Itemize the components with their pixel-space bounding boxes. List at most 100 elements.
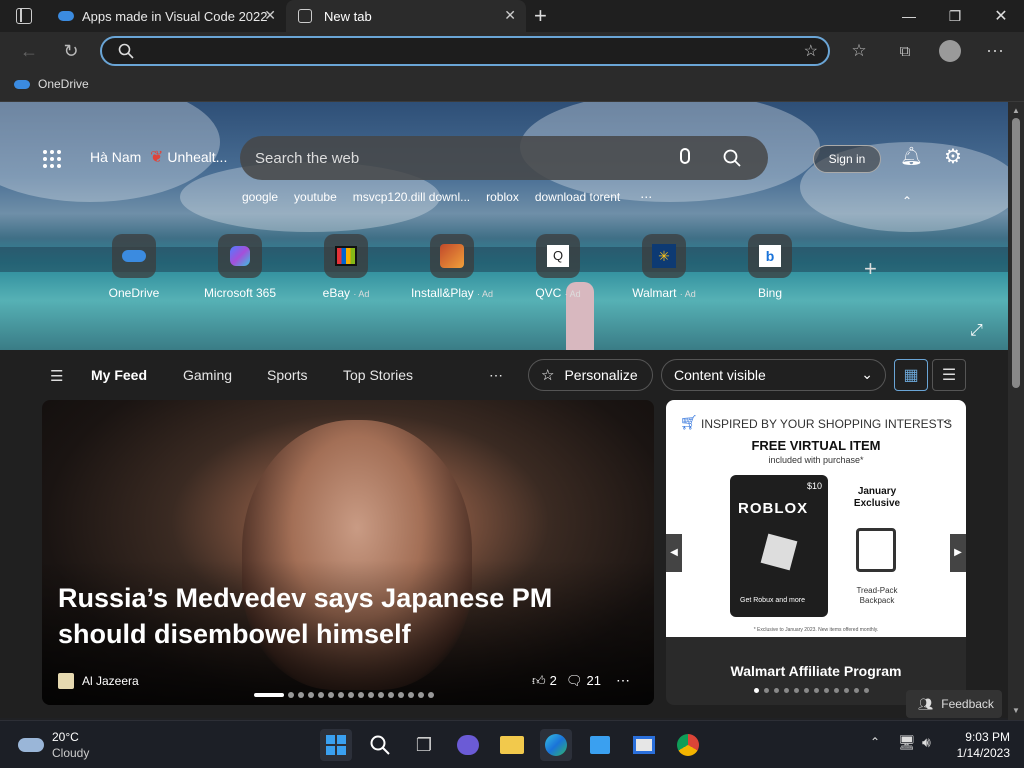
air-quality[interactable]: ❦ Unhealt...	[150, 147, 227, 167]
more-icon[interactable]: ⋯	[980, 36, 1010, 66]
personalize-button[interactable]: ☆ Personalize	[528, 359, 653, 391]
search-icon[interactable]	[723, 149, 741, 167]
profile-avatar[interactable]	[939, 40, 961, 62]
carousel-next-icon[interactable]: ▶	[950, 534, 966, 572]
tab-top-stories[interactable]: Top Stories	[343, 367, 413, 383]
main-story-card[interactable]: Russia’s Medvedev says Japanese PM shoul…	[42, 400, 654, 705]
ad-footer[interactable]: Walmart Affiliate Program	[666, 663, 966, 679]
location-label[interactable]: Hà Nam	[90, 149, 141, 165]
restore-icon[interactable]: ❐	[932, 0, 978, 32]
menu-hamburger-icon[interactable]: ☰	[50, 367, 63, 385]
edge-icon[interactable]	[540, 729, 572, 761]
story-headline[interactable]: Russia’s Medvedev says Japanese PM shoul…	[58, 580, 638, 652]
start-windows-icon[interactable]	[320, 729, 352, 761]
search-icon[interactable]	[364, 729, 396, 761]
scroll-up-icon[interactable]: ▲	[1012, 106, 1020, 115]
ebay-bag-icon	[324, 234, 368, 278]
add-favorite-icon[interactable]: ☆	[804, 41, 818, 61]
back-icon[interactable]: ←	[14, 36, 44, 66]
like-button[interactable]: 👍︎ 2	[532, 673, 557, 689]
refresh-icon[interactable]: ↻	[56, 36, 86, 66]
shortcut-ebay[interactable]: eBay · Ad	[296, 234, 396, 300]
carousel-prev-icon[interactable]: ◀	[666, 534, 682, 572]
comment-icon: 🗨︎	[566, 673, 583, 688]
chevron-down-icon: ⌄	[861, 366, 873, 382]
comment-count: 21	[586, 673, 601, 688]
weather-widget[interactable]: 20°C Cloudy	[18, 729, 89, 761]
page-scrollbar[interactable]: ▲ ▼	[1008, 102, 1024, 720]
quick-link[interactable]: msvcp120.dill downl...	[353, 190, 470, 204]
tab-new-tab[interactable]: New tab ✕	[286, 0, 526, 32]
clock[interactable]: 9:03 PM 1/14/2023	[950, 729, 1010, 761]
tab-sports[interactable]: Sports	[267, 367, 307, 383]
shortcut-label: OneDrive	[108, 286, 160, 300]
task-view-icon[interactable]: ❐	[408, 729, 440, 761]
store-icon[interactable]	[584, 729, 616, 761]
quick-link[interactable]: google	[242, 190, 278, 204]
app-window-icon[interactable]	[628, 729, 660, 761]
shortcut-bing[interactable]: b Bing	[720, 234, 820, 300]
ad-tag: · Ad	[679, 289, 696, 299]
chat-icon[interactable]	[452, 729, 484, 761]
add-shortcut-plus-icon[interactable]: +	[864, 256, 877, 282]
show-hidden-icons-chevron[interactable]: ⌃	[870, 735, 880, 749]
expand-icon[interactable]: ⤢	[970, 322, 983, 340]
quick-link[interactable]: youtube	[294, 190, 337, 204]
collections-icon[interactable]: ⧉	[890, 36, 920, 66]
shopping-ad-card[interactable]: 🛒︎ INSPIRED BY YOUR SHOPPING INTERESTS ⋯…	[666, 400, 966, 705]
favorites-bar: OneDrive	[0, 70, 1024, 102]
volume-icon[interactable]: 🔊︎	[922, 734, 931, 751]
sign-in-button[interactable]: Sign in	[813, 145, 881, 173]
content-visibility-select[interactable]: Content visible ⌄	[661, 359, 886, 391]
tab-actions-icon[interactable]	[16, 8, 32, 24]
ad-more-icon[interactable]: ⋯	[938, 414, 951, 430]
list-view-icon[interactable]: ☰	[932, 359, 966, 391]
close-icon[interactable]: ✕	[264, 7, 276, 24]
feed-navigation: ☰ My Feed Gaming Sports Top Stories ⋯ ☆ …	[0, 350, 1008, 400]
source-logo	[58, 673, 74, 689]
collapse-chevron-icon[interactable]: ⌃	[902, 194, 912, 208]
favorites-icon[interactable]: ☆	[844, 36, 874, 66]
comment-button[interactable]: 🗨︎ 21	[566, 673, 601, 689]
grid-view-icon[interactable]: ▦	[894, 359, 928, 391]
clock-time: 9:03 PM	[965, 730, 1010, 744]
more-links-icon[interactable]: ⋯	[640, 190, 652, 204]
address-input[interactable]: ☆	[100, 36, 830, 66]
minimize-icon[interactable]: —	[886, 0, 932, 32]
tab-my-feed[interactable]: My Feed	[91, 367, 147, 383]
settings-gear-icon[interactable]: ⚙	[944, 144, 962, 169]
feedback-button[interactable]: 👥︎ Feedback	[906, 690, 1002, 718]
file-explorer-icon[interactable]	[496, 729, 528, 761]
chrome-icon[interactable]	[672, 729, 704, 761]
web-search-box[interactable]: Search the web	[240, 136, 768, 180]
microphone-icon[interactable]	[680, 148, 690, 164]
shortcut-microsoft-365[interactable]: Microsoft 365	[190, 234, 290, 300]
card-caption: Get Robux and more	[740, 597, 805, 604]
scroll-down-icon[interactable]: ▼	[1012, 706, 1020, 715]
network-icon[interactable]: 🖥︎	[898, 734, 916, 751]
shortcut-install-play[interactable]: Install&Play · Ad	[402, 234, 502, 300]
story-source[interactable]: Al Jazeera	[82, 674, 139, 688]
story-more-icon[interactable]: ⋯	[616, 672, 630, 689]
tab-gaming[interactable]: Gaming	[183, 367, 232, 383]
window-close-icon[interactable]: ✕	[978, 0, 1024, 32]
tab-label: Apps made in Visual Code 2022	[82, 8, 268, 24]
quick-link[interactable]: download torent	[535, 190, 620, 204]
notifications-icon[interactable]: 🔔︎	[900, 146, 923, 167]
quick-link[interactable]: roblox	[486, 190, 519, 204]
search-placeholder: Search the web	[255, 150, 360, 167]
shortcut-onedrive[interactable]: OneDrive	[84, 234, 184, 300]
apps-grid-icon[interactable]	[42, 149, 62, 169]
hero-background: Hà Nam ❦ Unhealt... Search the web Sign …	[0, 102, 1008, 350]
close-icon[interactable]: ✕	[504, 7, 516, 24]
onedrive-icon	[58, 11, 74, 21]
scroll-thumb[interactable]	[1012, 118, 1020, 388]
new-tab-plus-icon[interactable]: +	[534, 3, 547, 29]
more-tabs-icon[interactable]: ⋯	[489, 367, 503, 384]
tab-apps-made[interactable]: Apps made in Visual Code 2022 ✕	[46, 0, 286, 32]
ad-header: INSPIRED BY YOUR SHOPPING INTERESTS	[701, 417, 952, 431]
shortcut-walmart[interactable]: ✳ Walmart · Ad	[614, 234, 714, 300]
onedrive-icon	[112, 234, 156, 278]
favorite-onedrive[interactable]: OneDrive	[14, 77, 89, 91]
shortcut-qvc[interactable]: Q QVC · Ad	[508, 234, 608, 300]
